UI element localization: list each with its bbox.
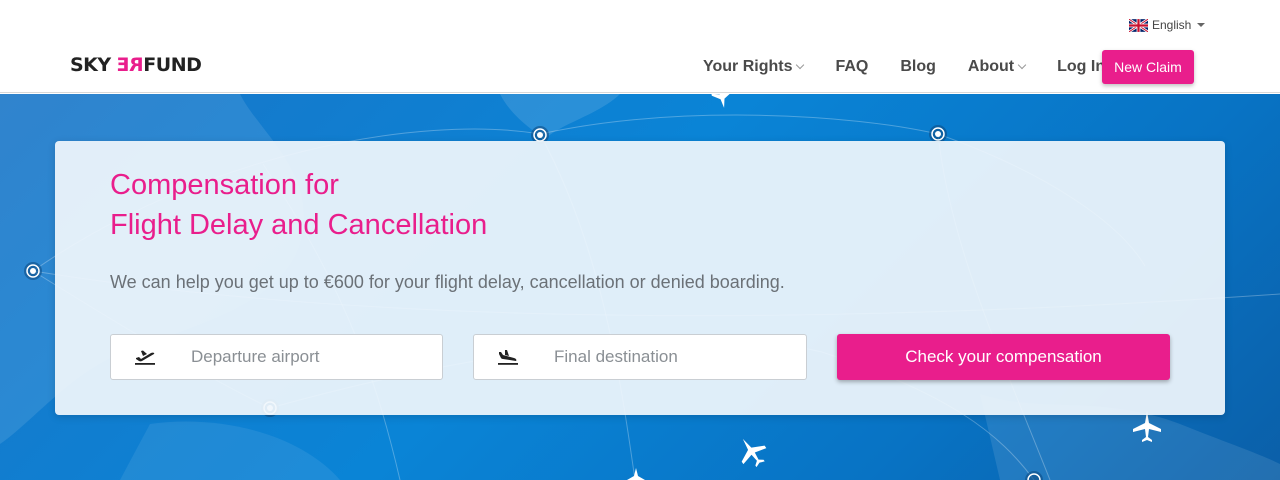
logo-text-sky: SKY [70, 54, 111, 76]
site-header: English SKY RE FUND Your Rights FAQ Blog… [0, 0, 1280, 93]
departure-airport-input[interactable] [191, 347, 421, 367]
hero-title-line-2: Flight Delay and Cancellation [110, 209, 488, 241]
nav-your-rights[interactable]: Your Rights [703, 58, 805, 76]
final-destination-field[interactable] [473, 334, 807, 380]
chevron-down-icon [796, 60, 805, 70]
nav-faq[interactable]: FAQ [835, 58, 868, 76]
hero-subtitle: We can help you get up to €600 for your … [110, 272, 785, 292]
takeoff-icon [111, 335, 191, 379]
hero-title: Compensation for Flight Delay and Cancel… [110, 165, 487, 245]
final-destination-input[interactable] [554, 347, 784, 367]
nav-about-label: About [967, 58, 1015, 75]
check-compensation-button[interactable]: Check your compensation [837, 334, 1170, 380]
chevron-down-icon [1017, 60, 1027, 70]
logo-text-re: RE [116, 54, 144, 76]
logo[interactable]: SKY RE FUND [70, 54, 202, 76]
nav-log-in[interactable]: Log In [1057, 58, 1105, 76]
uk-flag-icon [1129, 18, 1148, 32]
language-selector[interactable]: English [1129, 18, 1206, 32]
hero-section: Compensation for Flight Delay and Cancel… [0, 94, 1280, 480]
nav-blog[interactable]: Blog [900, 58, 936, 76]
new-claim-button[interactable]: New Claim [1102, 50, 1194, 84]
nav-faq-label: FAQ [835, 58, 869, 75]
caret-down-icon [1197, 23, 1206, 27]
language-label: English [1152, 18, 1192, 32]
nav-your-rights-label: Your Rights [703, 58, 793, 75]
main-nav: Your Rights FAQ Blog About Log In [703, 50, 1137, 84]
landing-icon [474, 335, 554, 379]
logo-text-fund: FUND [143, 54, 202, 76]
search-card: Compensation for Flight Delay and Cancel… [55, 141, 1225, 415]
hero-title-line-1: Compensation for [110, 169, 339, 201]
nav-blog-label: Blog [900, 58, 936, 75]
nav-about[interactable]: About [967, 58, 1027, 76]
nav-log-in-label: Log In [1057, 58, 1106, 75]
departure-airport-field[interactable] [110, 334, 443, 380]
